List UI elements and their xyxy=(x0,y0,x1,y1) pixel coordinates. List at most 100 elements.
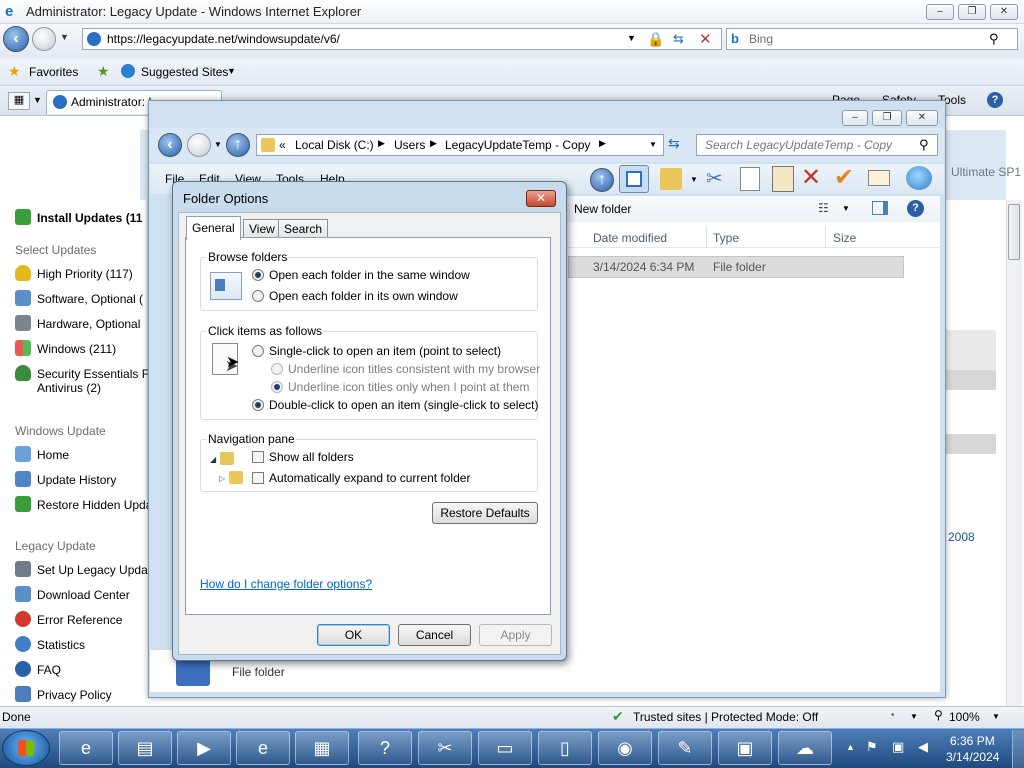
help-link[interactable]: How do I change folder options? xyxy=(200,577,372,591)
explorer-back-button[interactable]: ‹ xyxy=(158,133,182,157)
column-size[interactable]: Size xyxy=(833,231,856,245)
restore-defaults-button[interactable]: Restore Defaults xyxy=(432,502,538,524)
breadcrumb-separator-icon-2[interactable]: ▶ xyxy=(430,138,437,149)
close-button[interactable]: ✕ xyxy=(990,4,1018,20)
tab-view[interactable]: View xyxy=(243,219,281,239)
explorer-search-icon[interactable]: ⚲ xyxy=(919,137,929,153)
explorer-minimize-button[interactable]: – xyxy=(842,110,868,126)
tray-show-hidden-icon[interactable]: ▲ xyxy=(846,742,855,752)
add-favorite-icon[interactable]: ★ xyxy=(97,63,110,80)
properties-check-icon[interactable]: ✔ xyxy=(834,163,854,192)
forward-button[interactable] xyxy=(32,27,56,51)
taskbar-explorer-icon[interactable]: ▤ xyxy=(118,731,172,765)
column-type[interactable]: Type xyxy=(713,231,739,245)
explorer-up-button[interactable]: ↑ xyxy=(226,133,250,157)
setup-legacy-link[interactable]: Set Up Legacy Updat xyxy=(15,561,151,579)
taskbar-control-panel-icon[interactable]: ▦ xyxy=(295,731,349,765)
install-updates-link[interactable]: Install Updates (11 xyxy=(15,209,142,227)
taskbar-media-player-icon[interactable]: ▶ xyxy=(177,731,231,765)
recent-pages-dropdown[interactable]: ▼ xyxy=(60,32,69,42)
check-show-all-folders-box[interactable] xyxy=(252,451,264,463)
download-center-link[interactable]: Download Center xyxy=(15,586,130,604)
copy-icon[interactable] xyxy=(740,167,760,191)
radio-underline-point-indicator[interactable] xyxy=(271,381,283,393)
paste-icon[interactable] xyxy=(772,166,794,192)
apply-button[interactable]: Apply xyxy=(479,624,552,646)
tray-action-center-icon[interactable]: ⚑ xyxy=(866,739,878,755)
toolbar-up-icon[interactable]: ↑ xyxy=(590,168,614,192)
taskbar-ie-window-icon[interactable]: e xyxy=(236,731,290,765)
software-optional-link[interactable]: Software, Optional ( xyxy=(15,290,143,308)
breadcrumb-local-disk[interactable]: Local Disk (C:) xyxy=(295,138,374,152)
dialog-close-button[interactable]: ✕ xyxy=(526,190,556,207)
maximize-button[interactable]: ❐ xyxy=(958,4,986,20)
taskbar-paint-icon[interactable]: ✎ xyxy=(658,731,712,765)
cancel-button[interactable]: Cancel xyxy=(398,624,471,646)
taskbar-help-icon[interactable]: ? xyxy=(358,731,412,765)
minimize-button[interactable]: – xyxy=(926,4,954,20)
explorer-refresh-icon[interactable]: ⇆ xyxy=(668,135,680,152)
breadcrumb-separator-icon[interactable]: ▶ xyxy=(378,138,385,149)
taskbar-snipping-icon[interactable]: ✂ xyxy=(418,731,472,765)
breadcrumb-overflow[interactable]: « xyxy=(279,138,286,152)
zoom-level[interactable]: 100% xyxy=(949,710,980,724)
check-auto-expand[interactable]: Automatically expand to current folder xyxy=(252,471,470,485)
taskbar-ie-icon[interactable]: e xyxy=(59,731,113,765)
quick-tabs-icon[interactable]: ▦ xyxy=(8,92,30,110)
new-folder-button[interactable]: New folder xyxy=(574,202,631,216)
ok-button[interactable]: OK xyxy=(317,624,390,646)
privacy-policy-link[interactable]: Privacy Policy xyxy=(15,686,112,704)
taskbar-network-icon[interactable]: ☁ xyxy=(778,731,832,765)
radio-same-window-indicator[interactable] xyxy=(252,269,264,281)
security-zone-text[interactable]: Trusted sites | Protected Mode: Off xyxy=(633,710,818,724)
tab-list-dropdown[interactable]: ▼ xyxy=(33,95,42,105)
show-desktop-button[interactable] xyxy=(1012,730,1024,768)
breadcrumb-current-folder[interactable]: LegacyUpdateTemp - Copy xyxy=(445,138,590,152)
tab-search[interactable]: Search xyxy=(278,219,329,239)
explorer-forward-button[interactable] xyxy=(187,133,211,157)
restore-hidden-link[interactable]: Restore Hidden Upda xyxy=(15,496,152,514)
tab-general[interactable]: General xyxy=(186,216,241,240)
compatibility-icon[interactable]: ⇆ xyxy=(673,31,684,47)
radio-underline-browser[interactable]: Underline icon titles consistent with my… xyxy=(271,362,540,376)
check-show-all-folders[interactable]: Show all folders xyxy=(252,450,354,464)
toolbar-folder-icon[interactable] xyxy=(660,168,682,190)
radio-own-window-indicator[interactable] xyxy=(252,290,264,302)
search-box[interactable]: b Bing ⚲ xyxy=(726,28,1018,50)
page-scrollbar[interactable] xyxy=(1006,200,1022,706)
breadcrumb-separator-icon-3[interactable]: ▶ xyxy=(599,138,606,149)
clock-date[interactable]: 3/14/2024 xyxy=(946,750,999,764)
taskbar-sticky-notes-icon[interactable]: ▭ xyxy=(478,731,532,765)
antivirus-label[interactable]: Antivirus (2) xyxy=(37,381,101,399)
cut-icon[interactable]: ✂ xyxy=(706,166,723,191)
scrollbar-thumb[interactable] xyxy=(1008,204,1020,260)
taskbar-computer-icon[interactable]: ▣ xyxy=(718,731,772,765)
back-button[interactable]: ‹ xyxy=(3,26,29,52)
preview-pane-icon[interactable] xyxy=(872,201,888,215)
popup-blocker-icon[interactable]: ◔ xyxy=(888,708,895,722)
column-divider[interactable] xyxy=(706,226,707,248)
zoom-dropdown-icon[interactable]: ▼ xyxy=(992,712,1000,721)
suggested-sites-link[interactable]: Suggested Sites xyxy=(141,65,228,79)
help-icon[interactable]: ? xyxy=(987,92,1003,108)
rename-icon[interactable] xyxy=(868,170,890,186)
statistics-link[interactable]: Statistics xyxy=(15,636,85,654)
address-dropdown-icon[interactable]: ▼ xyxy=(627,33,636,43)
taskbar-calculator-icon[interactable]: ▯ xyxy=(538,731,592,765)
radio-underline-point[interactable]: Underline icon titles only when I point … xyxy=(271,380,529,394)
update-history-link[interactable]: Update History xyxy=(15,471,116,489)
radio-double-click-indicator[interactable] xyxy=(252,399,264,411)
toolbar-pane-toggle[interactable] xyxy=(619,165,649,193)
windows-updates-link[interactable]: Windows (211) xyxy=(15,340,116,358)
toolbar-folder-dropdown[interactable]: ▼ xyxy=(690,175,698,184)
breadcrumb-users[interactable]: Users xyxy=(394,138,425,152)
radio-single-click-indicator[interactable] xyxy=(252,345,264,357)
column-date-modified[interactable]: Date modified xyxy=(593,231,667,245)
lock-icon[interactable]: 🔒 xyxy=(647,31,664,48)
explorer-maximize-button[interactable]: ❐ xyxy=(872,110,902,126)
suggested-dropdown-icon[interactable]: ▼ xyxy=(227,66,236,76)
explorer-help-icon[interactable]: ? xyxy=(907,200,924,217)
popup-dropdown-icon[interactable]: ▼ xyxy=(910,712,918,721)
explorer-recent-dropdown[interactable]: ▼ xyxy=(214,140,222,149)
faq-link[interactable]: FAQ xyxy=(15,661,61,679)
